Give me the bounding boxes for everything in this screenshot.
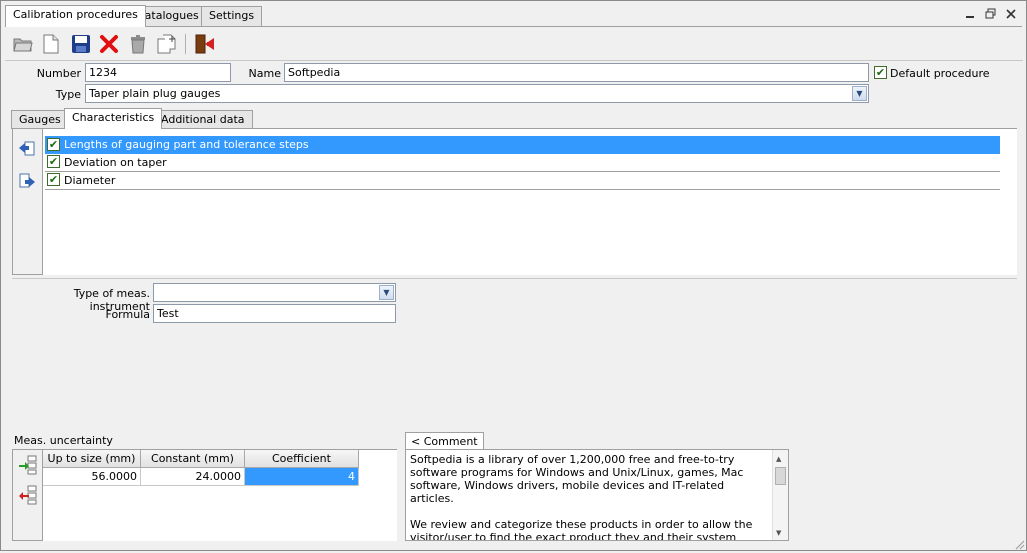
number-input[interactable]: 1234 xyxy=(85,63,231,82)
toolbar-separator xyxy=(185,34,186,54)
type-label: Type xyxy=(55,88,81,101)
remove-row-icon[interactable] xyxy=(18,485,38,505)
subtab-gauges[interactable]: Gauges xyxy=(11,110,69,129)
characteristic-checkbox[interactable]: ✔ xyxy=(47,138,60,151)
formula-input[interactable]: Test xyxy=(153,304,396,323)
default-procedure-label: Default procedure xyxy=(890,67,990,80)
name-input[interactable]: Softpedia xyxy=(284,63,869,82)
type-select[interactable]: Taper plain plug gauges ▼ xyxy=(85,84,869,103)
comment-paragraph: Softpedia is a library of over 1,200,000… xyxy=(410,453,744,505)
characteristic-checkbox[interactable]: ✔ xyxy=(47,173,60,186)
grid-header-coefficient[interactable]: Coefficient xyxy=(245,450,359,468)
uncertainty-label: Meas. uncertainty xyxy=(14,434,113,447)
close-icon[interactable] xyxy=(1005,8,1017,20)
list-item[interactable]: ✔ Deviation on taper xyxy=(45,154,1000,172)
characteristics-panel: ✔ Lengths of gauging part and tolerance … xyxy=(12,128,1017,275)
scroll-up-icon[interactable]: ▲ xyxy=(776,453,781,466)
section-divider xyxy=(12,278,1017,279)
uncertainty-panel: Up to size (mm) Constant (mm) Coefficien… xyxy=(12,449,397,541)
minimize-icon[interactable] xyxy=(964,8,976,20)
open-folder-icon[interactable] xyxy=(11,32,35,56)
grid-cell[interactable]: 24.0000 xyxy=(141,468,245,486)
copy-document-icon[interactable] xyxy=(155,32,179,56)
comment-paragraph: We review and categorize these products … xyxy=(410,518,753,541)
characteristic-label: Deviation on taper xyxy=(64,156,167,169)
chevron-down-icon[interactable]: ▼ xyxy=(379,285,394,300)
list-item[interactable]: ✔ Lengths of gauging part and tolerance … xyxy=(45,136,1000,154)
application-window: Calibration procedures Catalogues Settin… xyxy=(0,0,1027,551)
scrollbar-thumb[interactable] xyxy=(775,467,786,485)
move-down-icon[interactable] xyxy=(17,171,37,191)
grid-cell[interactable]: 56.0000 xyxy=(43,468,141,486)
characteristics-list: ✔ Lengths of gauging part and tolerance … xyxy=(42,129,1017,275)
move-up-icon[interactable] xyxy=(17,139,37,159)
list-item[interactable]: ✔ Diameter xyxy=(45,172,1000,190)
instrument-type-select[interactable]: ▼ xyxy=(153,283,396,302)
chevron-down-icon[interactable]: ▼ xyxy=(852,86,867,101)
comment-toggle-button[interactable]: < Comment xyxy=(405,432,484,450)
default-procedure-checkbox[interactable]: ✔ xyxy=(874,66,887,79)
new-document-icon[interactable] xyxy=(39,32,63,56)
toolbar-divider xyxy=(5,60,1023,61)
grid-header-constant[interactable]: Constant (mm) xyxy=(141,450,245,468)
characteristic-label: Lengths of gauging part and tolerance st… xyxy=(64,138,309,151)
characteristic-label: Diameter xyxy=(64,174,116,187)
subtab-additional-data[interactable]: Additional data xyxy=(153,110,253,129)
restore-icon[interactable] xyxy=(985,8,997,20)
exit-door-icon[interactable] xyxy=(193,32,217,56)
trash-icon[interactable] xyxy=(126,32,150,56)
resize-grip-icon[interactable] xyxy=(1014,539,1025,550)
scroll-down-icon[interactable]: ▼ xyxy=(776,527,781,540)
grid-header-upto[interactable]: Up to size (mm) xyxy=(43,450,141,468)
characteristic-checkbox[interactable]: ✔ xyxy=(47,155,60,168)
number-label: Number xyxy=(36,67,81,80)
uncertainty-grid: Up to size (mm) Constant (mm) Coefficien… xyxy=(42,450,397,541)
tab-divider xyxy=(5,26,1022,27)
tab-settings[interactable]: Settings xyxy=(201,6,263,26)
delete-icon[interactable] xyxy=(97,32,121,56)
type-select-value: Taper plain plug gauges xyxy=(89,87,221,100)
formula-label: Formula xyxy=(105,308,150,321)
grid-cell-selected[interactable]: 4 xyxy=(245,468,359,486)
tab-calibration-procedures[interactable]: Calibration procedures xyxy=(5,5,146,27)
add-row-icon[interactable] xyxy=(18,455,38,475)
comment-scrollbar[interactable]: ▲ ▼ xyxy=(772,450,788,540)
comment-textarea[interactable]: Softpedia is a library of over 1,200,000… xyxy=(405,449,789,541)
save-icon[interactable] xyxy=(69,32,93,56)
subtab-characteristics[interactable]: Characteristics xyxy=(64,108,163,129)
name-label: Name xyxy=(248,67,281,80)
